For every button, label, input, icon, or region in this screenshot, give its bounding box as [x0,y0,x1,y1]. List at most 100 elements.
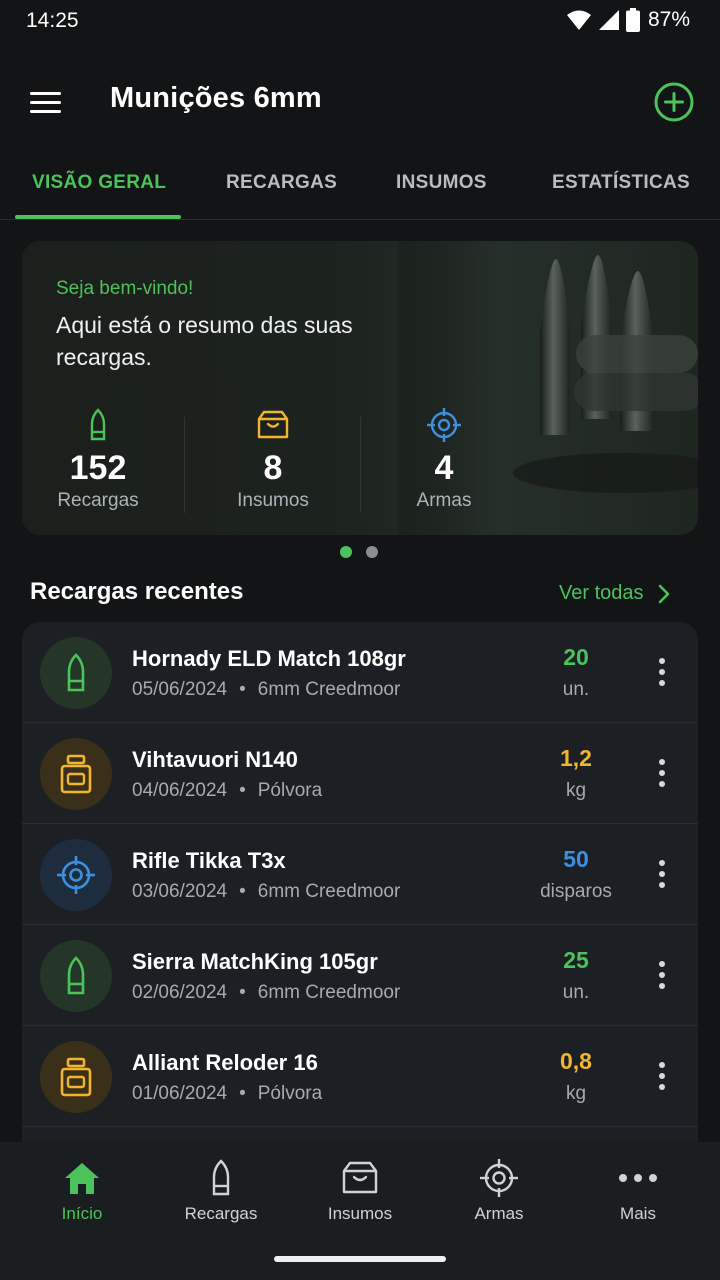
item-avatar [40,839,112,911]
section-title: Recargas recentes [30,578,244,605]
item-name: Rifle Tikka T3x [132,848,286,873]
nav-reloads[interactable]: Recargas [151,1156,291,1224]
item-quantity: 20 [563,644,589,670]
more-icon [619,1174,657,1182]
item-unit: un. [562,982,590,1003]
item-date: 05/06/2024 [132,679,228,700]
more-vert-icon[interactable] [650,1058,674,1094]
see-all-label: Ver todas [559,582,644,604]
more-vert-icon[interactable] [650,957,674,993]
divider [360,417,361,513]
item-category: 6mm Creedmoor [257,982,401,1003]
item-category: Pólvora [257,780,323,801]
item-date: 02/06/2024 [132,982,228,1003]
box-icon [342,1161,378,1194]
more-vert-icon[interactable] [650,856,674,892]
item-meta: 02/06/2024 • 6mm Creedmoor [132,982,400,1004]
stat-weapons-label: Armas [416,490,472,511]
crosshair-icon [57,856,95,894]
list-item[interactable]: Hornady ELD Match 108gr 05/06/2024 • 6mm C… [22,622,698,723]
see-all-link[interactable]: Ver todas [559,582,670,605]
wifi-icon [566,10,591,30]
item-unit: kg [565,1083,587,1104]
item-category: 6mm Creedmoor [257,679,401,700]
item-avatar [40,1041,112,1113]
list-item[interactable]: Sierra MatchKing 105gr 02/06/2024 • 6mm Cr… [22,925,698,1026]
home-icon [65,1163,99,1194]
carousel-dot[interactable] [366,546,378,558]
carousel-dot-active[interactable] [340,546,352,558]
item-name: Vihtavuori N140 [132,747,298,772]
item-meta: 01/06/2024 • Pólvora [132,1083,322,1105]
item-name: Hornady ELD Match 108gr [132,646,406,671]
item-avatar [40,738,112,810]
meta-separator: • [239,881,246,902]
stat-reloads[interactable]: 152 Recargas [22,407,178,512]
item-avatar [40,637,112,709]
box-icon [257,410,289,439]
meta-separator: • [239,679,246,700]
item-quantity: 25 [563,947,589,973]
tab-indicator [15,215,181,219]
bullet-icon [212,1159,230,1196]
nav-weapons[interactable]: Armas [429,1156,569,1224]
list-item[interactable]: Alliant Reloder 16 01/06/2024 • Pólvora 0,… [22,1026,698,1127]
page-title: Munições 6mm [110,82,322,114]
divider [184,417,185,513]
stat-supplies-label: Insumos [237,490,309,511]
stat-weapons[interactable]: 4 Armas [364,407,524,512]
item-meta: 04/06/2024 • Pólvora [132,780,322,802]
item-name: Alliant Reloder 16 [132,1050,318,1075]
meta-separator: • [239,1083,246,1104]
item-quantity: 1,2 [560,745,592,771]
list-item[interactable]: Rifle Tikka T3x 03/06/2024 • 6mm Creedmoor… [22,824,698,925]
item-avatar [40,940,112,1012]
crosshair-icon [427,408,461,442]
nav-weapons-label: Armas [474,1204,524,1223]
stat-reloads-label: Recargas [57,490,139,511]
nav-more[interactable]: Mais [568,1156,708,1224]
status-time: 14:25 [26,9,79,32]
item-meta: 05/06/2024 • 6mm Creedmoor [132,679,400,701]
more-vert-icon[interactable] [650,755,674,791]
nav-supplies[interactable]: Insumos [290,1156,430,1224]
add-circle-icon[interactable] [652,80,696,124]
battery-icon [625,8,640,32]
app-screen: 14:25 87% Munições 6mm VISÃO GERAL RECAR… [0,0,720,1280]
carousel-indicator [340,546,378,558]
bullet-icon [67,956,85,995]
item-date: 01/06/2024 [132,1083,228,1104]
bullet-icon [90,408,106,441]
powder-jar-icon [60,1057,92,1097]
welcome-text: Seja bem-vindo! [56,278,194,299]
stat-supplies[interactable]: 8 Insumos [193,407,353,512]
home-indicator[interactable] [274,1256,446,1262]
chevron-right-icon [658,584,669,603]
stat-reloads-value: 152 [69,449,127,487]
tab-supplies[interactable]: INSUMOS [396,172,487,194]
nav-home[interactable]: Início [12,1156,152,1224]
item-date: 03/06/2024 [132,881,228,902]
list-item[interactable]: Vihtavuori N140 04/06/2024 • Pólvora 1,2 k… [22,723,698,824]
stat-supplies-value: 8 [263,449,283,487]
tab-reloads[interactable]: RECARGAS [226,172,337,194]
signal-icon [598,10,619,30]
item-meta: 03/06/2024 • 6mm Creedmoor [132,881,400,903]
item-unit: un. [562,679,590,700]
summary-card[interactable]: Seja bem-vindo! Aqui está o resumo das s… [22,241,698,535]
item-category: Pólvora [257,1083,323,1104]
nav-supplies-label: Insumos [327,1204,393,1223]
more-vert-icon[interactable] [650,654,674,690]
item-quantity: 50 [563,846,589,872]
tab-overview[interactable]: VISÃO GERAL [32,172,166,194]
stat-weapons-value: 4 [434,449,454,487]
item-quantity: 0,8 [560,1048,592,1074]
item-unit: disparos [540,881,612,902]
menu-icon[interactable] [24,82,68,122]
item-name: Sierra MatchKing 105gr [132,949,378,974]
nav-more-label: Mais [620,1204,656,1223]
powder-jar-icon [60,754,92,794]
tab-statistics[interactable]: ESTATÍSTICAS [552,172,690,194]
meta-separator: • [239,982,246,1003]
bullet-icon [67,653,85,692]
